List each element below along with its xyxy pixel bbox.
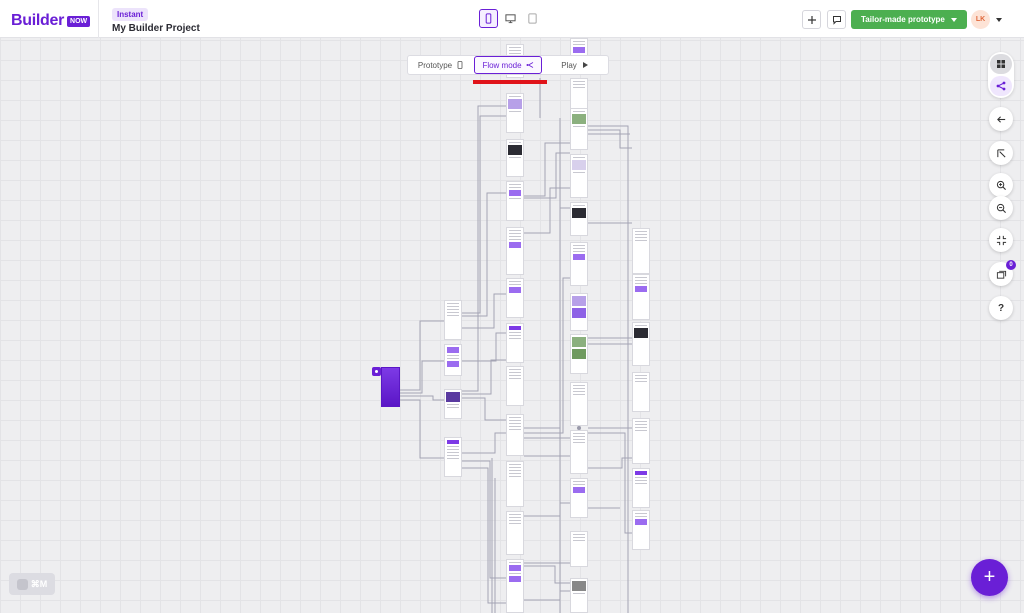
header-divider	[98, 0, 99, 38]
flow-screen[interactable]	[506, 366, 524, 406]
flow-screen[interactable]	[506, 227, 524, 275]
flow-screen[interactable]	[570, 578, 588, 613]
shortcut-label: ⌘M	[30, 578, 48, 589]
mode-switch: Prototype Flow mode Play	[407, 55, 609, 75]
reset-flow-button[interactable]	[989, 141, 1013, 165]
zoom-out-icon	[996, 203, 1006, 213]
flow-view-button[interactable]	[990, 76, 1012, 96]
desktop-icon	[505, 14, 516, 24]
flow-screen[interactable]	[506, 181, 524, 221]
flow-screen[interactable]	[506, 461, 524, 507]
flow-screen[interactable]	[444, 300, 462, 340]
screens-count-badge: 0	[1006, 260, 1016, 270]
phone-icon	[457, 61, 463, 69]
flow-screen[interactable]	[506, 323, 524, 363]
start-screen-icon[interactable]	[372, 367, 381, 376]
back-button[interactable]	[989, 107, 1013, 131]
flow-screen[interactable]	[632, 510, 650, 550]
mobile-icon	[485, 13, 492, 24]
flow-screen[interactable]	[506, 559, 524, 613]
tab-flow-mode[interactable]: Flow mode	[474, 56, 542, 74]
flow-screen[interactable]	[632, 468, 650, 508]
flow-screen[interactable]	[570, 430, 588, 474]
flow-screen[interactable]	[570, 108, 588, 150]
logo-text: Builder	[11, 12, 65, 29]
reset-icon	[996, 148, 1006, 158]
flow-screen[interactable]	[632, 322, 650, 366]
help-icon: ?	[997, 302, 1005, 314]
stack-icon	[996, 270, 1006, 279]
grid-view-icon	[997, 60, 1005, 68]
project-tag: Instant	[112, 8, 149, 21]
tab-play-label: Play	[561, 60, 577, 70]
flow-screen[interactable]	[632, 418, 650, 464]
flow-screen[interactable]	[444, 389, 462, 419]
flow-screen[interactable]	[444, 344, 462, 376]
top-bar: Builder NOW Instant My Builder Project T…	[0, 0, 1024, 38]
caret-down-icon	[950, 17, 957, 22]
flow-view-icon	[996, 81, 1006, 91]
flow-screen[interactable]	[570, 478, 588, 518]
flow-screen[interactable]	[570, 531, 588, 567]
tailor-made-prototype-button[interactable]: Tailor-made prototype	[851, 10, 967, 29]
comment-icon	[832, 15, 841, 25]
fit-screen-button[interactable]	[989, 228, 1013, 252]
flow-screen[interactable]	[570, 334, 588, 374]
flow-screen[interactable]	[570, 293, 588, 331]
zoom-in-button[interactable]	[989, 173, 1013, 197]
add-feature-fab[interactable]: +	[971, 559, 1008, 596]
tablet-icon	[528, 13, 537, 24]
flow-screen[interactable]	[506, 93, 524, 133]
plus-icon	[807, 15, 816, 24]
add-button[interactable]	[802, 10, 821, 29]
flow-screen[interactable]	[632, 372, 650, 412]
flow-screen[interactable]	[632, 228, 650, 274]
avatar[interactable]: LK	[971, 10, 990, 29]
tab-play[interactable]: Play	[542, 56, 608, 74]
device-switcher	[479, 9, 542, 28]
cta-label: Tailor-made prototype	[861, 15, 945, 24]
tab-flow-mode-label: Flow mode	[482, 60, 522, 70]
shortcut-icon	[16, 578, 28, 590]
zoom-in-icon	[996, 180, 1006, 190]
desktop-device-button[interactable]	[501, 9, 520, 28]
start-screen[interactable]	[381, 367, 400, 407]
flow-icon	[526, 62, 533, 68]
active-mode-highlight	[473, 80, 547, 84]
tab-prototype-label: Prototype	[417, 60, 453, 70]
flow-screen[interactable]	[632, 274, 650, 320]
zoom-out-button[interactable]	[989, 196, 1013, 220]
flow-screen[interactable]	[444, 437, 462, 477]
help-button[interactable]: ?	[989, 296, 1013, 320]
tab-prototype[interactable]: Prototype	[408, 56, 474, 74]
flow-screen[interactable]	[570, 202, 588, 236]
back-arrow-icon	[996, 115, 1005, 123]
logo-badge: NOW	[67, 15, 91, 27]
flow-screen[interactable]	[506, 139, 524, 177]
fit-screen-icon	[996, 235, 1006, 245]
grid-view-button[interactable]	[990, 54, 1012, 74]
flow-screen[interactable]	[570, 382, 588, 426]
comment-button[interactable]	[827, 10, 846, 29]
view-toggle	[988, 52, 1014, 98]
flow-screen[interactable]	[506, 414, 524, 456]
flow-canvas[interactable]	[0, 38, 1024, 613]
flow-screen[interactable]	[506, 278, 524, 318]
flow-screen[interactable]	[506, 511, 524, 555]
flow-screen[interactable]	[570, 242, 588, 286]
tablet-device-button[interactable]	[523, 9, 542, 28]
avatar-dropdown-icon[interactable]	[996, 18, 1002, 22]
play-icon	[582, 62, 588, 68]
mobile-device-button[interactable]	[479, 9, 498, 28]
project-name[interactable]: My Builder Project	[112, 23, 200, 34]
shortcut-chip[interactable]: ⌘M	[9, 573, 55, 595]
builder-logo[interactable]: Builder NOW	[11, 12, 91, 30]
flow-screen[interactable]	[570, 154, 588, 198]
